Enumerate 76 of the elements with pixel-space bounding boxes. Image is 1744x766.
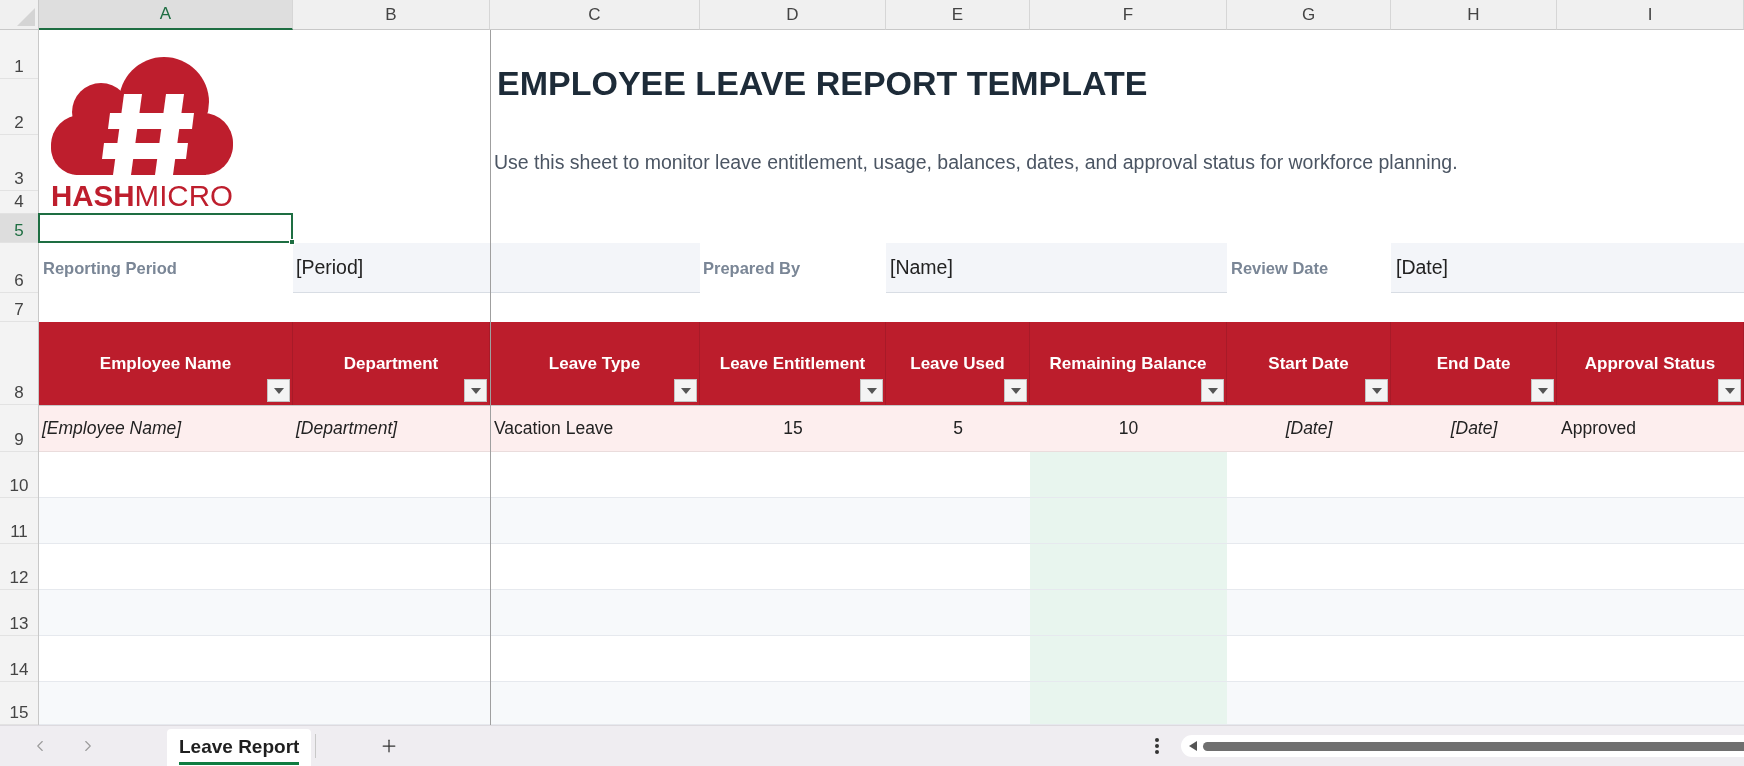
row-header[interactable]: 1 bbox=[0, 30, 38, 79]
filter-button[interactable] bbox=[1365, 379, 1388, 402]
column-header[interactable]: G bbox=[1227, 0, 1391, 30]
caret-down-icon bbox=[1724, 387, 1735, 394]
sheet-description: Use this sheet to monitor leave entitlement, usage, balances, dates, and approval status for workforce planning. bbox=[494, 150, 1458, 176]
table-cell-text: 15 bbox=[782, 417, 804, 441]
table-cell-text: [Employee Name] bbox=[40, 417, 183, 441]
filter-button[interactable] bbox=[1718, 379, 1741, 402]
table-cell-text: [Date] bbox=[1284, 417, 1334, 441]
scroll-left-icon bbox=[1189, 741, 1197, 751]
caret-down-icon bbox=[470, 387, 481, 394]
column-heading: Employee Name bbox=[99, 352, 232, 375]
filter-button[interactable] bbox=[674, 379, 697, 402]
row-header[interactable]: 13 bbox=[0, 590, 38, 636]
column-header[interactable]: A bbox=[39, 0, 293, 30]
row-header[interactable]: 12 bbox=[0, 544, 38, 590]
column-heading: End Date bbox=[1436, 352, 1511, 375]
caret-down-icon bbox=[1537, 387, 1548, 394]
table-cell-text: [Department] bbox=[294, 417, 399, 441]
table-cell-text: Approved bbox=[1560, 417, 1637, 441]
column-heading: Start Date bbox=[1268, 352, 1349, 375]
column-heading: Approval Status bbox=[1584, 352, 1716, 375]
filter-button[interactable] bbox=[1201, 379, 1224, 402]
input-cell[interactable]: [Period] bbox=[293, 243, 700, 293]
column-heading: Remaining Balance bbox=[1049, 352, 1207, 375]
field-label: Reporting Period bbox=[43, 257, 177, 279]
cloud-hash-logo-icon bbox=[51, 57, 233, 175]
row-header[interactable]: 11 bbox=[0, 498, 38, 544]
vertical-dots-icon bbox=[1155, 738, 1159, 754]
input-cell[interactable]: [Name] bbox=[886, 243, 1227, 293]
column-header[interactable]: B bbox=[293, 0, 490, 30]
caret-down-icon bbox=[1207, 387, 1218, 394]
row-header[interactable]: 8 bbox=[0, 322, 38, 405]
row-header[interactable]: 14 bbox=[0, 636, 38, 682]
caret-down-icon bbox=[680, 387, 691, 394]
table-cell-text: 5 bbox=[952, 417, 964, 441]
caret-down-icon bbox=[273, 387, 284, 394]
filter-button[interactable] bbox=[1531, 379, 1554, 402]
column-header[interactable]: F bbox=[1030, 0, 1227, 30]
caret-down-icon bbox=[1010, 387, 1021, 394]
field-label: Review Date bbox=[1231, 257, 1329, 279]
triangle-icon bbox=[17, 8, 35, 26]
row-header[interactable]: 7 bbox=[0, 293, 38, 322]
column-header[interactable]: D bbox=[700, 0, 886, 30]
sheet-tab[interactable]: Leave Report bbox=[167, 729, 312, 766]
filter-button[interactable] bbox=[1004, 379, 1027, 402]
caret-down-icon bbox=[866, 387, 877, 394]
column-header[interactable]: C bbox=[490, 0, 700, 30]
caret-down-icon bbox=[1371, 387, 1382, 394]
filter-button[interactable] bbox=[267, 379, 290, 402]
table-cell-text: 10 bbox=[1117, 417, 1140, 441]
row-header[interactable]: 6 bbox=[0, 243, 38, 293]
horizontal-scrollbar[interactable] bbox=[1181, 735, 1744, 757]
column-header[interactable]: I bbox=[1557, 0, 1744, 30]
row-header[interactable]: 3 bbox=[0, 135, 38, 191]
column-heading: Leave Used bbox=[910, 352, 1005, 375]
table-cell-text: [Date] bbox=[1449, 417, 1499, 441]
row-header[interactable]: 9 bbox=[0, 405, 38, 452]
input-cell[interactable]: [Date] bbox=[1391, 243, 1744, 293]
row-header[interactable]: 10 bbox=[0, 452, 38, 498]
scrollbar-thumb[interactable] bbox=[1203, 741, 1744, 751]
cell-selection[interactable] bbox=[38, 213, 293, 243]
logo-wordmark: HASHMICRO bbox=[51, 181, 233, 210]
column-heading: Department bbox=[343, 352, 439, 375]
row-header[interactable]: 5 bbox=[0, 214, 38, 243]
column-header[interactable]: H bbox=[1391, 0, 1557, 30]
field-label: Prepared By bbox=[703, 257, 801, 279]
row-header[interactable]: 2 bbox=[0, 79, 38, 135]
filter-button[interactable] bbox=[464, 379, 487, 402]
column-header[interactable]: E bbox=[886, 0, 1030, 30]
column-heading: Leave Entitlement bbox=[719, 352, 866, 375]
column-heading: Leave Type bbox=[548, 352, 641, 375]
fill-handle[interactable] bbox=[289, 239, 295, 245]
sheet-title: EMPLOYEE LEAVE REPORT TEMPLATE bbox=[497, 65, 1148, 100]
table-cell-text: Vacation Leave bbox=[493, 417, 615, 441]
filter-button[interactable] bbox=[860, 379, 883, 402]
